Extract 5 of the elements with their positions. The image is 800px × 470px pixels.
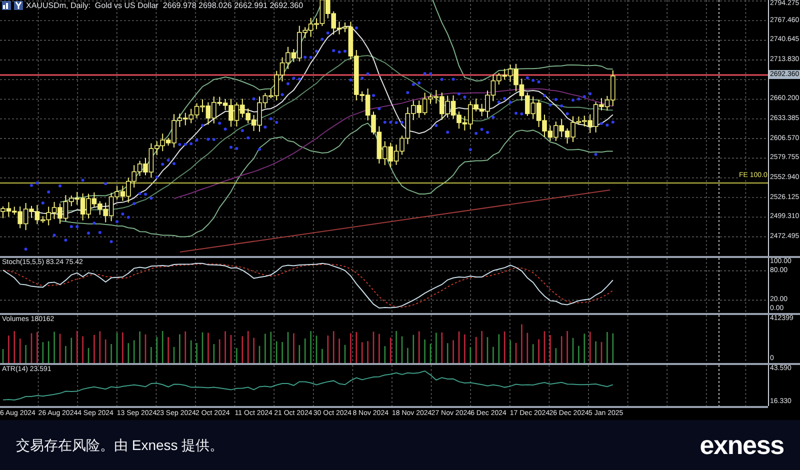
risk-disclaimer: 交易存在风险。由 Exness 提供。	[16, 436, 224, 454]
brand-logo: exness	[700, 432, 784, 458]
bar-chart-icon[interactable]	[2, 1, 11, 10]
symbol-info-text: XAUUSDm, Daily: Gold vs US Dollar 2669.978 2698.026 2662.991 2692.360	[26, 1, 304, 11]
branch-icon[interactable]	[14, 1, 23, 10]
